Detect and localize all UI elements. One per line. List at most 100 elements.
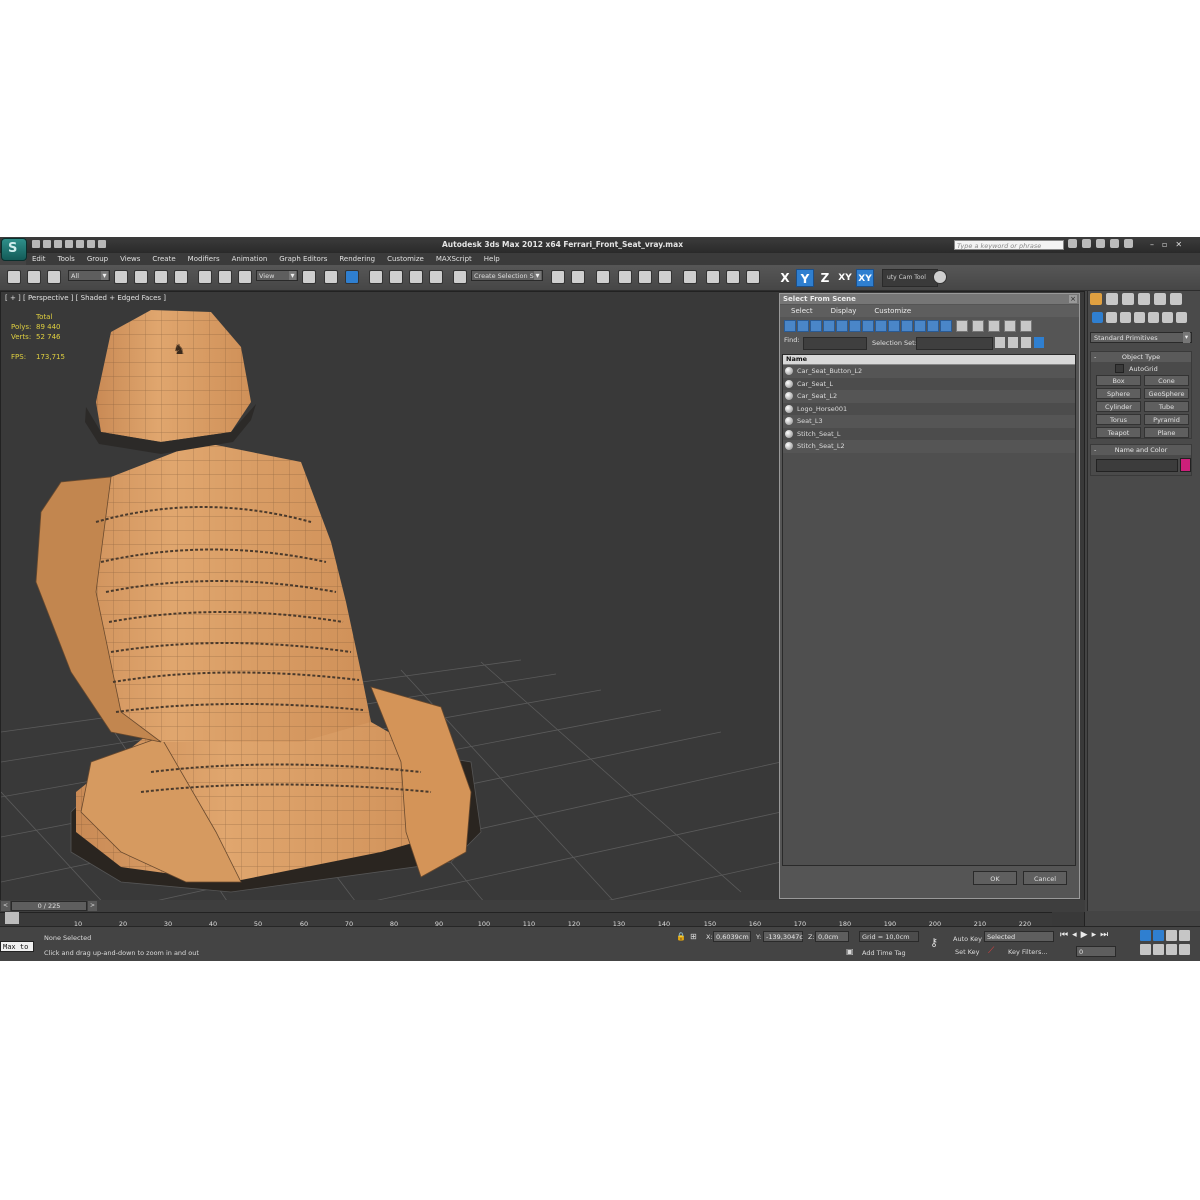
subscription-icon[interactable] (1082, 239, 1091, 248)
display-bones-icon[interactable] (888, 320, 900, 332)
ok-button[interactable]: OK (973, 871, 1017, 885)
keyboard-shortcut-override-icon[interactable] (345, 270, 359, 284)
space-warps-icon[interactable] (1162, 312, 1173, 323)
percent-snap-icon[interactable] (409, 270, 423, 284)
selection-set-sort-icon[interactable] (1034, 337, 1044, 348)
time-slider-thumb[interactable]: 0 / 225 (11, 901, 87, 911)
geometry-icon[interactable] (1092, 312, 1103, 323)
axis-xy-active-button[interactable]: XY (856, 269, 874, 287)
display-spacewarps-icon[interactable] (849, 320, 861, 332)
selection-set-remove-icon[interactable] (1008, 337, 1018, 348)
select-manipulate-icon[interactable] (324, 270, 338, 284)
save-file-icon[interactable] (54, 240, 62, 248)
display-hidden-icon[interactable] (927, 320, 939, 332)
name-column-header[interactable]: Name (783, 355, 1075, 365)
systems-icon[interactable] (1176, 312, 1187, 323)
display-xrefs-icon[interactable] (875, 320, 887, 332)
menu-maxscript[interactable]: MAXScript (430, 253, 478, 265)
name-and-color-header[interactable]: Name and Color (1091, 445, 1191, 455)
plane-button[interactable]: Plane (1144, 427, 1189, 438)
object-name-field[interactable] (1096, 459, 1178, 472)
display-all-icon[interactable] (940, 320, 952, 332)
find-input[interactable] (803, 337, 867, 350)
box-button[interactable]: Box (1096, 375, 1141, 386)
cameras-icon[interactable] (1134, 312, 1145, 323)
dialog-menu-select[interactable]: Select (780, 305, 820, 317)
select-by-name-icon[interactable] (134, 270, 148, 284)
display-frozen-icon[interactable] (914, 320, 926, 332)
utilities-tab-icon[interactable] (1170, 293, 1182, 305)
named-selection-sets-dropdown[interactable]: Create Selection Se (471, 270, 543, 281)
angle-snap-icon[interactable] (389, 270, 403, 284)
align-icon[interactable] (571, 270, 585, 284)
menu-tools[interactable]: Tools (52, 253, 81, 265)
menu-edit[interactable]: Edit (26, 253, 52, 265)
absolute-mode-icon[interactable]: ⊞ (690, 932, 697, 941)
project-folder-icon[interactable] (98, 240, 106, 248)
field-of-view-icon[interactable] (1140, 944, 1151, 955)
layer-manager-icon[interactable] (596, 270, 610, 284)
communication-icon[interactable] (1096, 239, 1105, 248)
selection-set-dropdown[interactable] (916, 337, 993, 350)
menu-group[interactable]: Group (81, 253, 114, 265)
lights-icon[interactable] (1120, 312, 1131, 323)
time-slider[interactable]: < 0 / 225 > (0, 900, 1085, 912)
selection-set-add-icon[interactable] (995, 337, 1005, 348)
display-lights-icon[interactable] (810, 320, 822, 332)
menu-views[interactable]: Views (114, 253, 146, 265)
orbit-icon[interactable] (1166, 944, 1177, 955)
previous-frame-icon[interactable]: ◂ (1072, 930, 1077, 940)
move-icon[interactable] (198, 270, 212, 284)
dialog-menu-customize[interactable]: Customize (863, 305, 918, 317)
undo-icon[interactable] (65, 240, 73, 248)
cam-tool-icon[interactable] (933, 270, 947, 284)
maximize-viewport-icon[interactable] (1179, 944, 1190, 955)
selection-set-edit-icon[interactable] (1021, 337, 1031, 348)
maximize-icon[interactable]: ▫ (1162, 240, 1167, 249)
pyramid-button[interactable]: Pyramid (1144, 414, 1189, 425)
select-none-icon[interactable] (972, 320, 984, 332)
zoom-icon[interactable] (1140, 930, 1151, 941)
scale-icon[interactable] (238, 270, 252, 284)
display-containers-icon[interactable] (901, 320, 913, 332)
display-groups-icon[interactable] (862, 320, 874, 332)
axis-y-button[interactable]: Y (796, 269, 814, 287)
display-tab-icon[interactable] (1154, 293, 1166, 305)
display-cameras-icon[interactable] (823, 320, 835, 332)
play-icon[interactable]: ▶ (1081, 930, 1088, 940)
reference-coordinate-dropdown[interactable]: View (256, 270, 298, 281)
help-icon[interactable] (1124, 239, 1133, 248)
menu-rendering[interactable]: Rendering (333, 253, 381, 265)
snaps-toggle-icon[interactable] (369, 270, 383, 284)
object-type-header[interactable]: Object Type (1091, 352, 1191, 362)
key-icon[interactable]: ⚷ (930, 936, 938, 949)
go-to-end-icon[interactable]: ⏭ (1100, 930, 1108, 940)
display-geometry-icon[interactable] (784, 320, 796, 332)
go-to-start-icon[interactable]: ⏮ (1060, 930, 1068, 940)
menu-modifiers[interactable]: Modifiers (182, 253, 226, 265)
key-filters-button[interactable]: Key Filters... (1008, 948, 1048, 956)
dialog-menu-display[interactable]: Display (820, 305, 864, 317)
sync-selection-icon[interactable] (1004, 320, 1016, 332)
zoom-all-icon[interactable] (1153, 930, 1164, 941)
menu-customize[interactable]: Customize (381, 253, 430, 265)
helpers-icon[interactable] (1148, 312, 1159, 323)
cancel-button[interactable]: Cancel (1023, 871, 1067, 885)
rendered-frame-window-icon[interactable] (726, 270, 740, 284)
selection-filter-dropdown[interactable]: All (68, 270, 110, 281)
minimize-icon[interactable]: – (1150, 240, 1154, 249)
spinner-snap-icon[interactable] (429, 270, 443, 284)
search-input[interactable]: Type a keyword or phrase (954, 240, 1064, 250)
app-logo-button[interactable]: S (1, 238, 27, 261)
torus-button[interactable]: Torus (1096, 414, 1141, 425)
tube-button[interactable]: Tube (1144, 401, 1189, 412)
mini-curve-editor-icon[interactable] (5, 912, 19, 924)
render-setup-icon[interactable] (706, 270, 720, 284)
render-production-icon[interactable] (746, 270, 760, 284)
window-crossing-icon[interactable] (174, 270, 188, 284)
create-tab-icon[interactable] (1090, 293, 1102, 305)
modify-tab-icon[interactable] (1106, 293, 1118, 305)
select-all-icon[interactable] (956, 320, 968, 332)
add-time-tag-button[interactable]: Add Time Tag (862, 949, 906, 957)
track-bar[interactable]: 10 20 30 40 50 60 70 80 90 100 110 120 1… (0, 912, 1052, 928)
